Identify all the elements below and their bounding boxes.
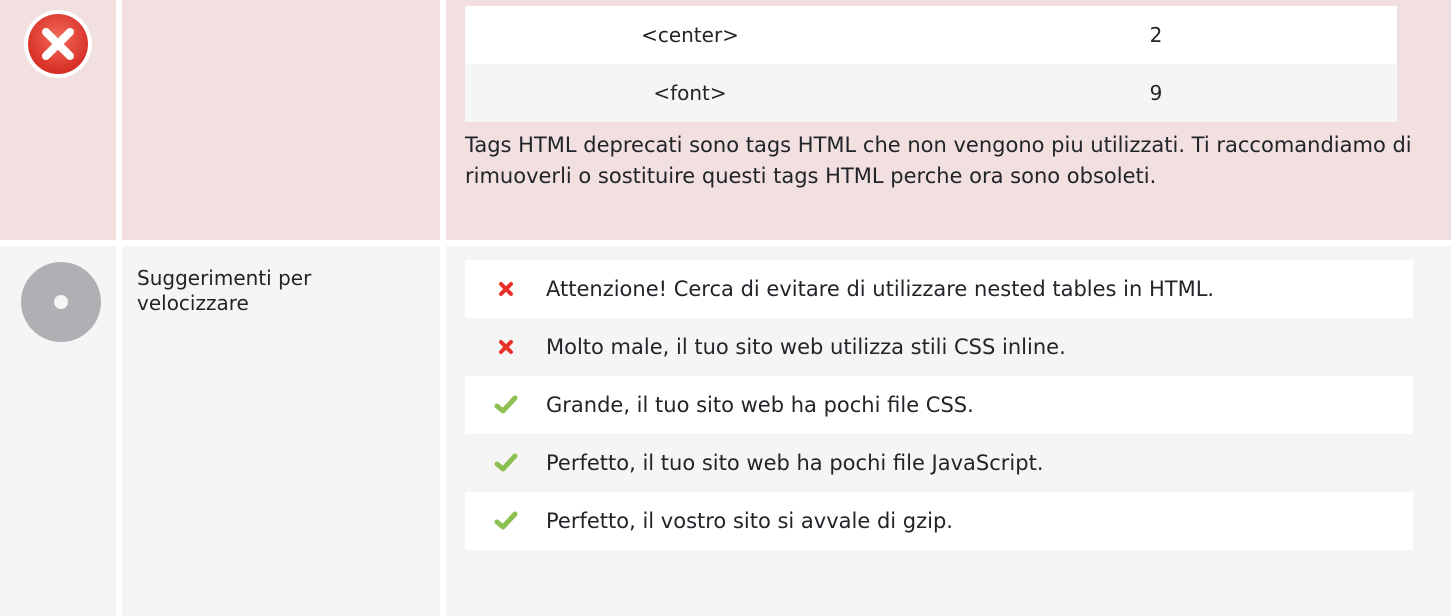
tip-text: Perfetto, il vostro sito si avvale di gz… bbox=[546, 509, 953, 533]
list-item: Perfetto, il vostro sito si avvale di gz… bbox=[465, 492, 1413, 550]
speed-tips-list: Attenzione! Cerca di evitare di utilizza… bbox=[465, 260, 1413, 550]
table-row: <center> 2 bbox=[465, 6, 1397, 64]
tag-name: <font> bbox=[653, 81, 727, 105]
neutral-status-icon bbox=[21, 262, 101, 342]
red-x-icon bbox=[498, 282, 513, 296]
label-cell bbox=[122, 0, 440, 240]
green-check-icon bbox=[494, 453, 517, 472]
tag-count: 2 bbox=[1149, 23, 1163, 47]
list-item: Perfetto, il tuo sito web ha pochi file … bbox=[465, 434, 1413, 492]
section-title: Suggerimenti per velocizzare bbox=[137, 266, 312, 315]
green-check-icon bbox=[494, 511, 517, 530]
tip-text: Molto male, il tuo sito web utilizza sti… bbox=[546, 335, 1066, 359]
list-item: Attenzione! Cerca di evitare di utilizza… bbox=[465, 260, 1413, 318]
tip-text: Attenzione! Cerca di evitare di utilizza… bbox=[546, 277, 1215, 301]
tip-text: Perfetto, il tuo sito web ha pochi file … bbox=[546, 451, 1044, 475]
error-icon bbox=[24, 10, 92, 78]
tag-name: <center> bbox=[641, 23, 739, 47]
green-check-icon bbox=[494, 395, 517, 414]
tip-text: Grande, il tuo sito web ha pochi file CS… bbox=[546, 393, 974, 417]
list-item: Molto male, il tuo sito web utilizza sti… bbox=[465, 318, 1413, 376]
table-row: <font> 9 bbox=[465, 64, 1397, 122]
red-x-icon bbox=[498, 340, 513, 354]
deprecated-tags-table: <center> 2 <font> 9 bbox=[465, 6, 1397, 122]
list-item: Grande, il tuo sito web ha pochi file CS… bbox=[465, 376, 1413, 434]
tag-count: 9 bbox=[1149, 81, 1163, 105]
deprecated-description: Tags HTML deprecati sono tags HTML che n… bbox=[465, 133, 1412, 188]
